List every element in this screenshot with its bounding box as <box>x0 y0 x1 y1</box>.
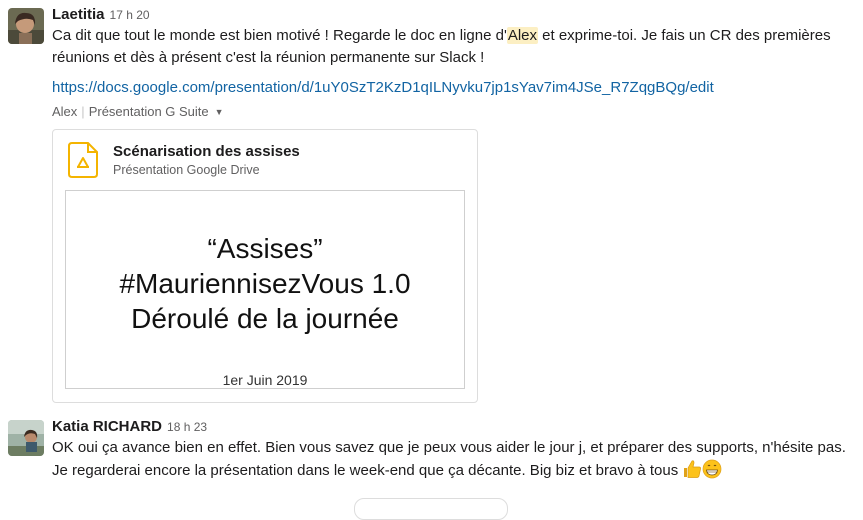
sender-name[interactable]: Laetitia <box>52 6 105 23</box>
avatar-laetitia[interactable] <box>8 8 44 44</box>
slide-line: Déroulé de la journée <box>131 303 399 334</box>
grinning-face-icon <box>702 459 722 479</box>
avatar-katia[interactable] <box>8 420 44 456</box>
divider: | <box>81 104 85 119</box>
slide-line: #MauriennisezVous 1.0 <box>119 268 411 299</box>
caret-down-icon[interactable]: ▼ <box>215 104 224 120</box>
message-text-part: Ca dit que tout le monde est bien motivé… <box>52 27 507 44</box>
attachment-meta: Alex | Présentation G Suite ▼ <box>52 104 849 120</box>
thumbs-up-icon <box>682 459 702 479</box>
timestamp[interactable]: 18 h 23 <box>167 420 207 434</box>
attachment-title[interactable]: Scénarisation des assises <box>113 142 300 162</box>
message-text-part: OK oui ça avance bien en effet. Bien vou… <box>52 439 846 479</box>
google-slides-icon <box>68 142 98 178</box>
mention-alex[interactable]: Alex <box>506 27 538 44</box>
attachment-service: Présentation G Suite <box>88 104 209 119</box>
slide-line: “Assises” <box>207 233 323 264</box>
message-text: OK oui ça avance bien en effet. Bien vou… <box>52 437 849 482</box>
sender-name[interactable]: Katia RICHARD <box>52 418 162 435</box>
timestamp[interactable]: 17 h 20 <box>110 8 150 22</box>
attachment-author: Alex <box>52 104 78 119</box>
slide-date: 1er Juin 2019 <box>222 372 308 388</box>
attachment-card[interactable]: Scénarisation des assises Présentation G… <box>52 129 478 403</box>
slide-preview[interactable]: “Assises” #MauriennisezVous 1.0 Déroulé … <box>65 190 465 389</box>
attachment-subtitle: Présentation Google Drive <box>113 163 260 177</box>
message-text: Ca dit que tout le monde est bien motivé… <box>52 25 849 69</box>
google-docs-link[interactable]: https://docs.google.com/presentation/d/1… <box>52 77 849 99</box>
new-messages-pill[interactable] <box>354 498 508 520</box>
